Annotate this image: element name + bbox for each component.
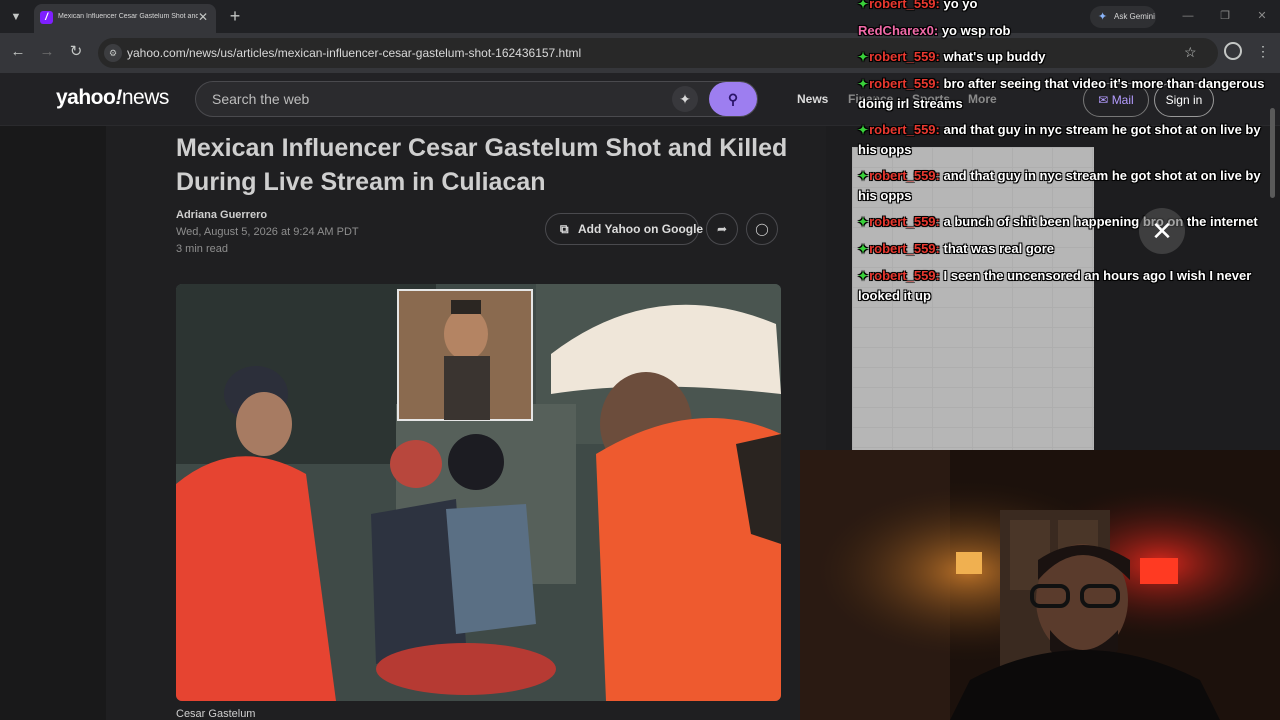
chat-badge-icon: ✦ [858,169,869,183]
share-icon[interactable]: ➦ [706,213,738,245]
chat-username: robert_559: [869,268,940,283]
logo-news: news [121,86,170,109]
url-text[interactable]: yahoo.com/news/us/articles/mexican-influ… [127,46,581,60]
chat-username: robert_559: [869,49,940,64]
webcam-illustration [800,450,1280,720]
search-box: ✦ ⚲ [195,81,758,117]
reload-icon[interactable]: ↻ [66,42,86,62]
article-author[interactable]: Adriana Guerrero [176,209,267,221]
chat-message: ✦robert_559: yo yo [858,0,1274,14]
chat-username: robert_559: [869,0,940,11]
chat-badge-icon: ✦ [858,0,869,11]
add-source-icon: ⧉ [560,222,569,236]
chat-message: ✦robert_559: I seen the uncensored an ho… [858,266,1274,305]
search-input[interactable] [212,91,632,107]
chat-username: robert_559: [869,241,940,256]
screen: ▼ / Mexican Influencer Cesar Gastelum Sh… [0,0,1280,720]
chat-message: ✦robert_559: and that guy in nyc stream … [858,120,1274,159]
chat-badge-icon: ✦ [858,242,869,256]
article-headline: Mexican Influencer Cesar Gastelum Shot a… [176,134,788,196]
chat-username: robert_559: [869,214,940,229]
nav-news[interactable]: News [797,92,828,106]
close-icon[interactable]: ✕ [1139,208,1185,254]
search-icon: ⚲ [727,91,739,107]
chat-message: ✦robert_559: bro after seeing that video… [858,74,1274,113]
chat-username: robert_559: [869,76,940,91]
add-google-label: Add Yahoo on Google [578,222,704,236]
chat-message: ✦robert_559: and that guy in nyc stream … [858,166,1274,205]
yahoo-favicon-icon: / [40,11,53,24]
comment-icon[interactable]: ◯ [746,213,778,245]
browser-tab[interactable]: / Mexican Influencer Cesar Gastelum Shot… [34,4,216,33]
chat-text: a bunch of shit been happening bro on th… [943,214,1258,229]
article-read-time: 3 min read [176,243,228,255]
left-gutter [0,126,106,720]
chat-badge-icon: ✦ [858,269,869,283]
chat-message: ✦robert_559: a bunch of shit been happen… [858,212,1274,232]
chat-message: ✦robert_559: what's up buddy [858,47,1274,67]
chat-messages: ✦robert_559: yo yo RedCharex0: yo wsp ro… [858,0,1274,312]
tab-title: Mexican Influencer Cesar Gastelum Shot a… [58,13,198,20]
chat-text: what's up buddy [943,49,1046,64]
chat-text: that was real gore [943,241,1055,256]
article-photo-illustration [176,284,781,701]
close-icon[interactable]: ✕ [196,10,210,24]
yahoo-news-logo[interactable]: yahoo!news [56,86,169,110]
logo-yahoo: yahoo [56,86,116,109]
chat-badge-icon: ✦ [858,50,869,64]
search-button[interactable]: ⚲ [709,82,757,116]
arrow-left-icon[interactable]: ← [8,42,28,62]
chat-username: robert_559: [869,122,940,137]
chat-username: RedCharex0: [858,23,939,38]
article-photo[interactable] [176,284,781,701]
add-yahoo-on-google-button[interactable]: ⧉ Add Yahoo on Google [545,213,703,245]
site-info-icon[interactable]: ⚙ [104,44,122,62]
chat-message: RedCharex0: yo wsp rob [858,21,1274,40]
webcam-feed [800,450,1280,720]
chat-badge-icon: ✦ [858,77,869,91]
arrow-right-icon[interactable]: → [37,42,57,62]
chat-badge-icon: ✦ [858,215,869,229]
chevron-down-icon[interactable]: ▼ [6,7,26,27]
article-date: Wed, August 5, 2026 at 9:24 AM PDT [176,226,359,238]
ai-sparkle-icon[interactable]: ✦ [672,86,698,112]
chat-message: ✦robert_559: that was real gore [858,239,1274,259]
photo-caption: Cesar Gastelum [176,708,256,720]
chat-text: yo wsp rob [941,23,1011,38]
chat-username: robert_559: [869,168,940,183]
chat-badge-icon: ✦ [858,123,869,137]
chat-text: yo yo [943,0,978,11]
plus-icon[interactable]: + [226,7,244,25]
